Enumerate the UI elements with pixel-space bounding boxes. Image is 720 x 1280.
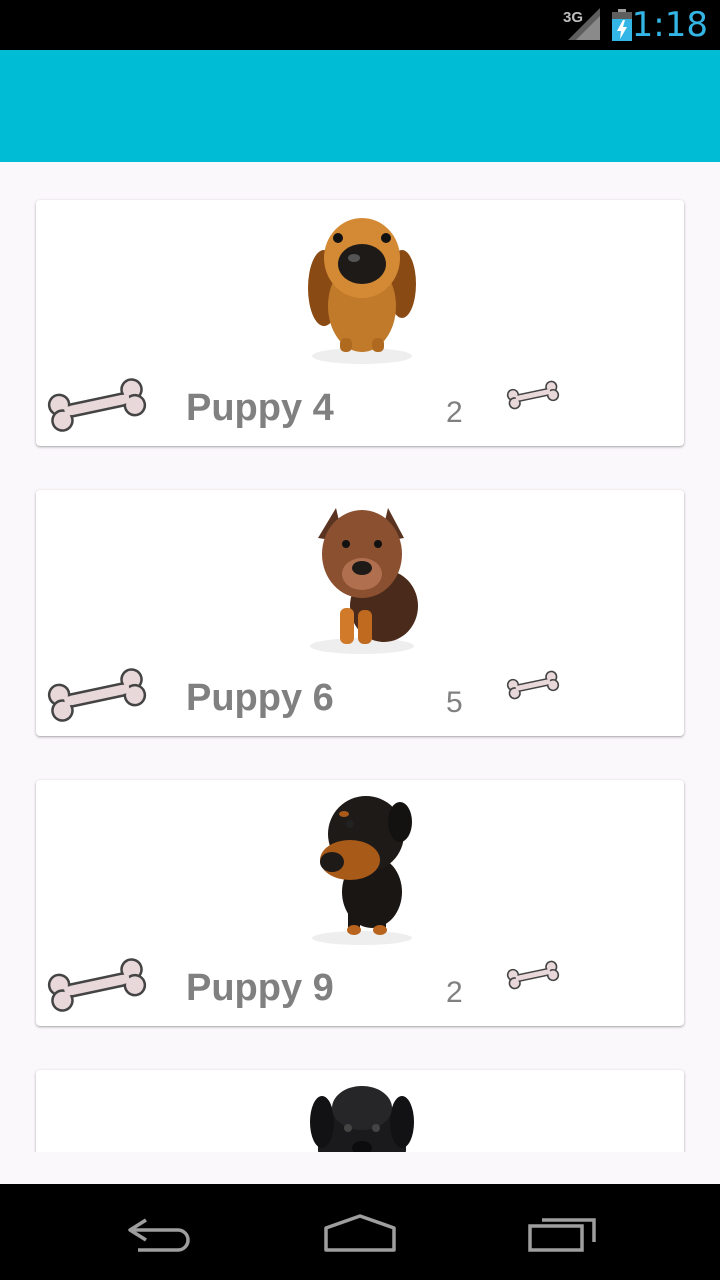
- feed-bone-icon[interactable]: [506, 380, 560, 410]
- navigation-bar: [0, 1184, 720, 1280]
- signal-icon: [568, 8, 600, 40]
- home-icon[interactable]: [322, 1212, 398, 1254]
- battery-charging-icon: [612, 9, 632, 41]
- puppy-name: Puppy 4: [186, 387, 334, 429]
- puppy-card[interactable]: [36, 1070, 684, 1152]
- back-icon[interactable]: [124, 1212, 194, 1254]
- feed-bone-icon[interactable]: [506, 670, 560, 700]
- clock: 1:18: [631, 5, 708, 45]
- recent-apps-icon[interactable]: [526, 1212, 598, 1254]
- puppy-card[interactable]: Puppy 9 2: [36, 780, 684, 1026]
- puppy-card[interactable]: Puppy 4 2: [36, 200, 684, 446]
- bone-count: 5: [446, 686, 463, 719]
- puppy-list[interactable]: Puppy 4 2 Puppy 6 5 Puppy 9 2: [0, 162, 720, 1152]
- bone-count: 2: [446, 976, 463, 1009]
- puppy-photo: [310, 508, 418, 654]
- puppy-photo: [310, 1086, 414, 1152]
- puppy-name: Puppy 6: [186, 677, 334, 719]
- feed-bone-icon[interactable]: [506, 960, 560, 990]
- bone-icon: [47, 668, 147, 722]
- app-bar: [0, 50, 720, 162]
- bone-icon: [47, 958, 147, 1012]
- puppy-card[interactable]: Puppy 6 5: [36, 490, 684, 736]
- bone-count: 2: [446, 396, 463, 429]
- status-bar: 3G 1:18: [0, 0, 720, 50]
- puppy-photo: [308, 218, 416, 364]
- puppy-photo: [312, 796, 412, 945]
- puppy-name: Puppy 9: [186, 967, 334, 1009]
- bone-icon: [47, 378, 147, 432]
